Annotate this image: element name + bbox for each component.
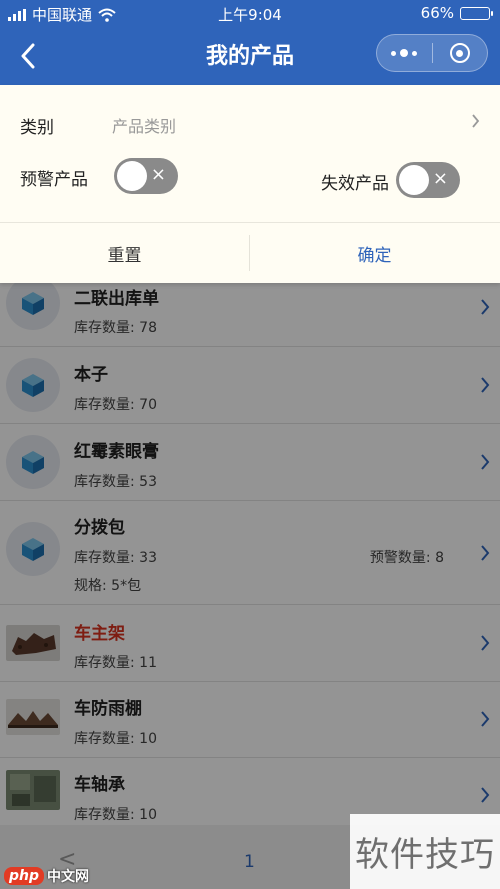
invalid-product-toggle[interactable]: × xyxy=(396,162,460,198)
more-button[interactable] xyxy=(377,35,432,71)
close-miniprogram-button[interactable] xyxy=(433,35,488,71)
battery-text: 66% xyxy=(420,4,454,22)
filter-panel: 类别 产品类别 预警产品 × 失效产品 × 重置 确定 xyxy=(0,85,500,283)
toggle-knob xyxy=(399,165,429,195)
site-badge-text: 中文网 xyxy=(47,869,90,885)
close-icon: × xyxy=(150,164,166,185)
reset-button[interactable]: 重置 xyxy=(0,223,249,283)
invalid-product-label: 失效产品 xyxy=(321,174,389,194)
category-row[interactable]: 类别 产品类别 xyxy=(0,85,500,155)
target-icon xyxy=(449,43,470,63)
confirm-button[interactable]: 确定 xyxy=(250,223,499,283)
close-icon: × xyxy=(432,168,448,189)
dim-overlay[interactable] xyxy=(0,283,500,889)
mini-program-capsule xyxy=(376,34,488,72)
category-select[interactable]: 产品类别 xyxy=(112,113,176,137)
nav-bar: 我的产品 xyxy=(0,26,500,85)
watermark: 软件技巧 xyxy=(350,814,500,889)
battery-icon xyxy=(460,6,493,20)
status-bar: 中国联通 上午9:04 66% xyxy=(0,0,500,26)
switch-row: 预警产品 × 失效产品 × xyxy=(0,155,500,222)
top-bar: 中国联通 上午9:04 66% 我的产品 xyxy=(0,0,500,85)
chevron-right-icon xyxy=(472,114,480,128)
site-badge: php 中文网 xyxy=(4,866,89,886)
warning-product-toggle[interactable]: × xyxy=(114,158,178,194)
more-dots-icon xyxy=(391,49,418,57)
toggle-knob xyxy=(117,161,147,191)
category-label: 类别 xyxy=(20,118,54,138)
warning-product-label: 预警产品 xyxy=(20,170,88,190)
php-logo: php xyxy=(4,867,45,885)
